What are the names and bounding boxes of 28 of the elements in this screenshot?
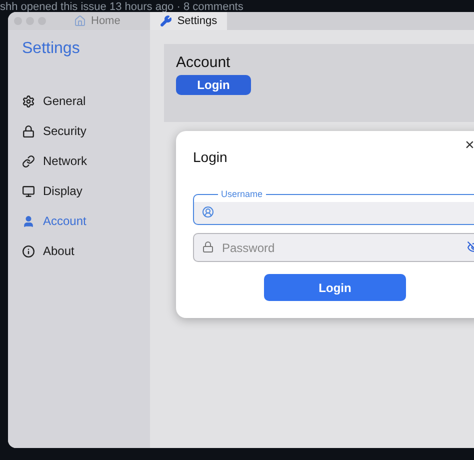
wrench-icon xyxy=(160,15,172,27)
info-icon xyxy=(22,244,35,258)
close-button[interactable]: × xyxy=(465,137,474,155)
dialog-title: Login xyxy=(193,149,228,165)
password-field[interactable]: Password xyxy=(193,233,474,262)
sidebar-item[interactable]: Network xyxy=(22,146,150,176)
sidebar-item[interactable]: Security xyxy=(22,116,150,146)
lock-icon xyxy=(22,124,35,138)
login-button[interactable]: Login xyxy=(176,75,251,95)
monitor-icon xyxy=(22,184,35,198)
user-icon xyxy=(202,206,214,218)
gear-icon xyxy=(22,94,35,108)
sidebar-item[interactable]: General xyxy=(22,86,150,116)
home-icon xyxy=(74,15,86,27)
background-text: shh opened this issue 13 hours ago · 8 comments xyxy=(0,1,244,13)
login-button[interactable]: Login xyxy=(264,274,406,301)
tab-label: Home xyxy=(91,15,120,27)
lock-icon xyxy=(202,241,214,253)
link-icon xyxy=(22,154,35,168)
tab[interactable]: Settings xyxy=(150,12,228,30)
sidebar-item[interactable]: About xyxy=(22,236,150,266)
sidebar-title: Settings xyxy=(22,40,81,58)
user-icon xyxy=(22,214,35,228)
sidebar-item[interactable]: Display xyxy=(22,176,150,206)
card-title: Account xyxy=(176,54,232,71)
field-label: Username xyxy=(220,189,264,200)
tab-label: Settings xyxy=(177,15,218,27)
username-field[interactable]: Username xyxy=(193,189,474,225)
